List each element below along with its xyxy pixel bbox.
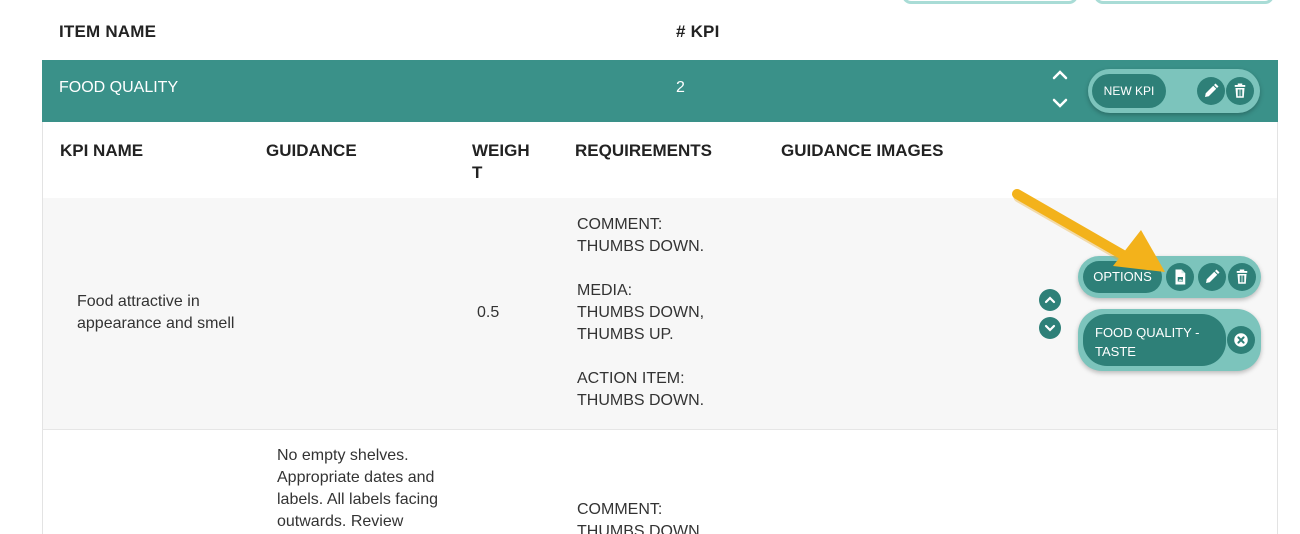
header-weight-line2: T bbox=[472, 163, 483, 182]
kpi-tag: FOOD QUALITY - TASTE bbox=[1078, 309, 1261, 371]
pencil-icon bbox=[1205, 83, 1219, 97]
chevron-up-icon bbox=[1044, 296, 1056, 304]
new-kpi-label: NEW KPI bbox=[1103, 84, 1155, 98]
kpi-name: Food attractive in appearance and smell bbox=[77, 293, 235, 332]
group-actions: NEW KPI bbox=[1088, 69, 1260, 113]
pencil-icon bbox=[1206, 269, 1220, 283]
trash-icon bbox=[1236, 269, 1248, 284]
annotation-arrow-icon bbox=[1012, 189, 1165, 272]
remove-tag-button[interactable] bbox=[1227, 326, 1255, 354]
tag-label-line1: FOOD QUALITY - bbox=[1095, 325, 1200, 340]
kpi-guidance: No empty shelves. Appropriate dates and … bbox=[277, 447, 438, 530]
close-circle-icon bbox=[1234, 333, 1248, 347]
delete-kpi-button[interactable] bbox=[1228, 263, 1256, 291]
group-kpi-count: 2 bbox=[676, 79, 685, 96]
header-guidance: GUIDANCE bbox=[266, 141, 357, 160]
trash-icon bbox=[1234, 83, 1246, 98]
delete-group-button[interactable] bbox=[1226, 77, 1254, 105]
tag-chip[interactable]: FOOD QUALITY - TASTE bbox=[1083, 314, 1226, 366]
kpi-requirements: COMMENT: THUMBS DOWN. bbox=[577, 501, 705, 534]
kpi-weight: 0.5 bbox=[477, 304, 500, 321]
chevron-down-icon[interactable] bbox=[1051, 97, 1069, 112]
edit-kpi-button[interactable] bbox=[1198, 263, 1226, 291]
header-guidance-images: GUIDANCE IMAGES bbox=[781, 141, 944, 160]
header-weight: WEIGH T bbox=[472, 140, 530, 184]
header-kpi-name: KPI NAME bbox=[60, 141, 144, 160]
group-row-food-quality[interactable]: FOOD QUALITY 2 NEW KPI bbox=[42, 60, 1278, 122]
header-item-name: ITEM NAME bbox=[59, 22, 157, 41]
tag-label-line2: TASTE bbox=[1095, 344, 1136, 359]
chevron-up-icon[interactable] bbox=[1051, 69, 1069, 84]
new-kpi-button[interactable]: NEW KPI bbox=[1092, 74, 1166, 108]
items-table-header: ITEM NAME # KPI bbox=[42, 0, 1278, 60]
edit-group-button[interactable] bbox=[1197, 77, 1225, 105]
move-up-button[interactable] bbox=[1039, 289, 1061, 311]
chevron-down-icon bbox=[1044, 324, 1056, 332]
header-weight-line1: WEIGH bbox=[472, 141, 530, 160]
table-row: No empty shelves. Appropriate dates and … bbox=[42, 430, 1278, 534]
header-requirements: REQUIREMENTS bbox=[575, 141, 712, 160]
header-kpi-count: # KPI bbox=[676, 22, 720, 41]
kpi-requirements: COMMENT: THUMBS DOWN. MEDIA: THUMBS DOWN… bbox=[577, 216, 705, 409]
group-name: FOOD QUALITY bbox=[59, 79, 179, 96]
move-down-button[interactable] bbox=[1039, 317, 1061, 339]
